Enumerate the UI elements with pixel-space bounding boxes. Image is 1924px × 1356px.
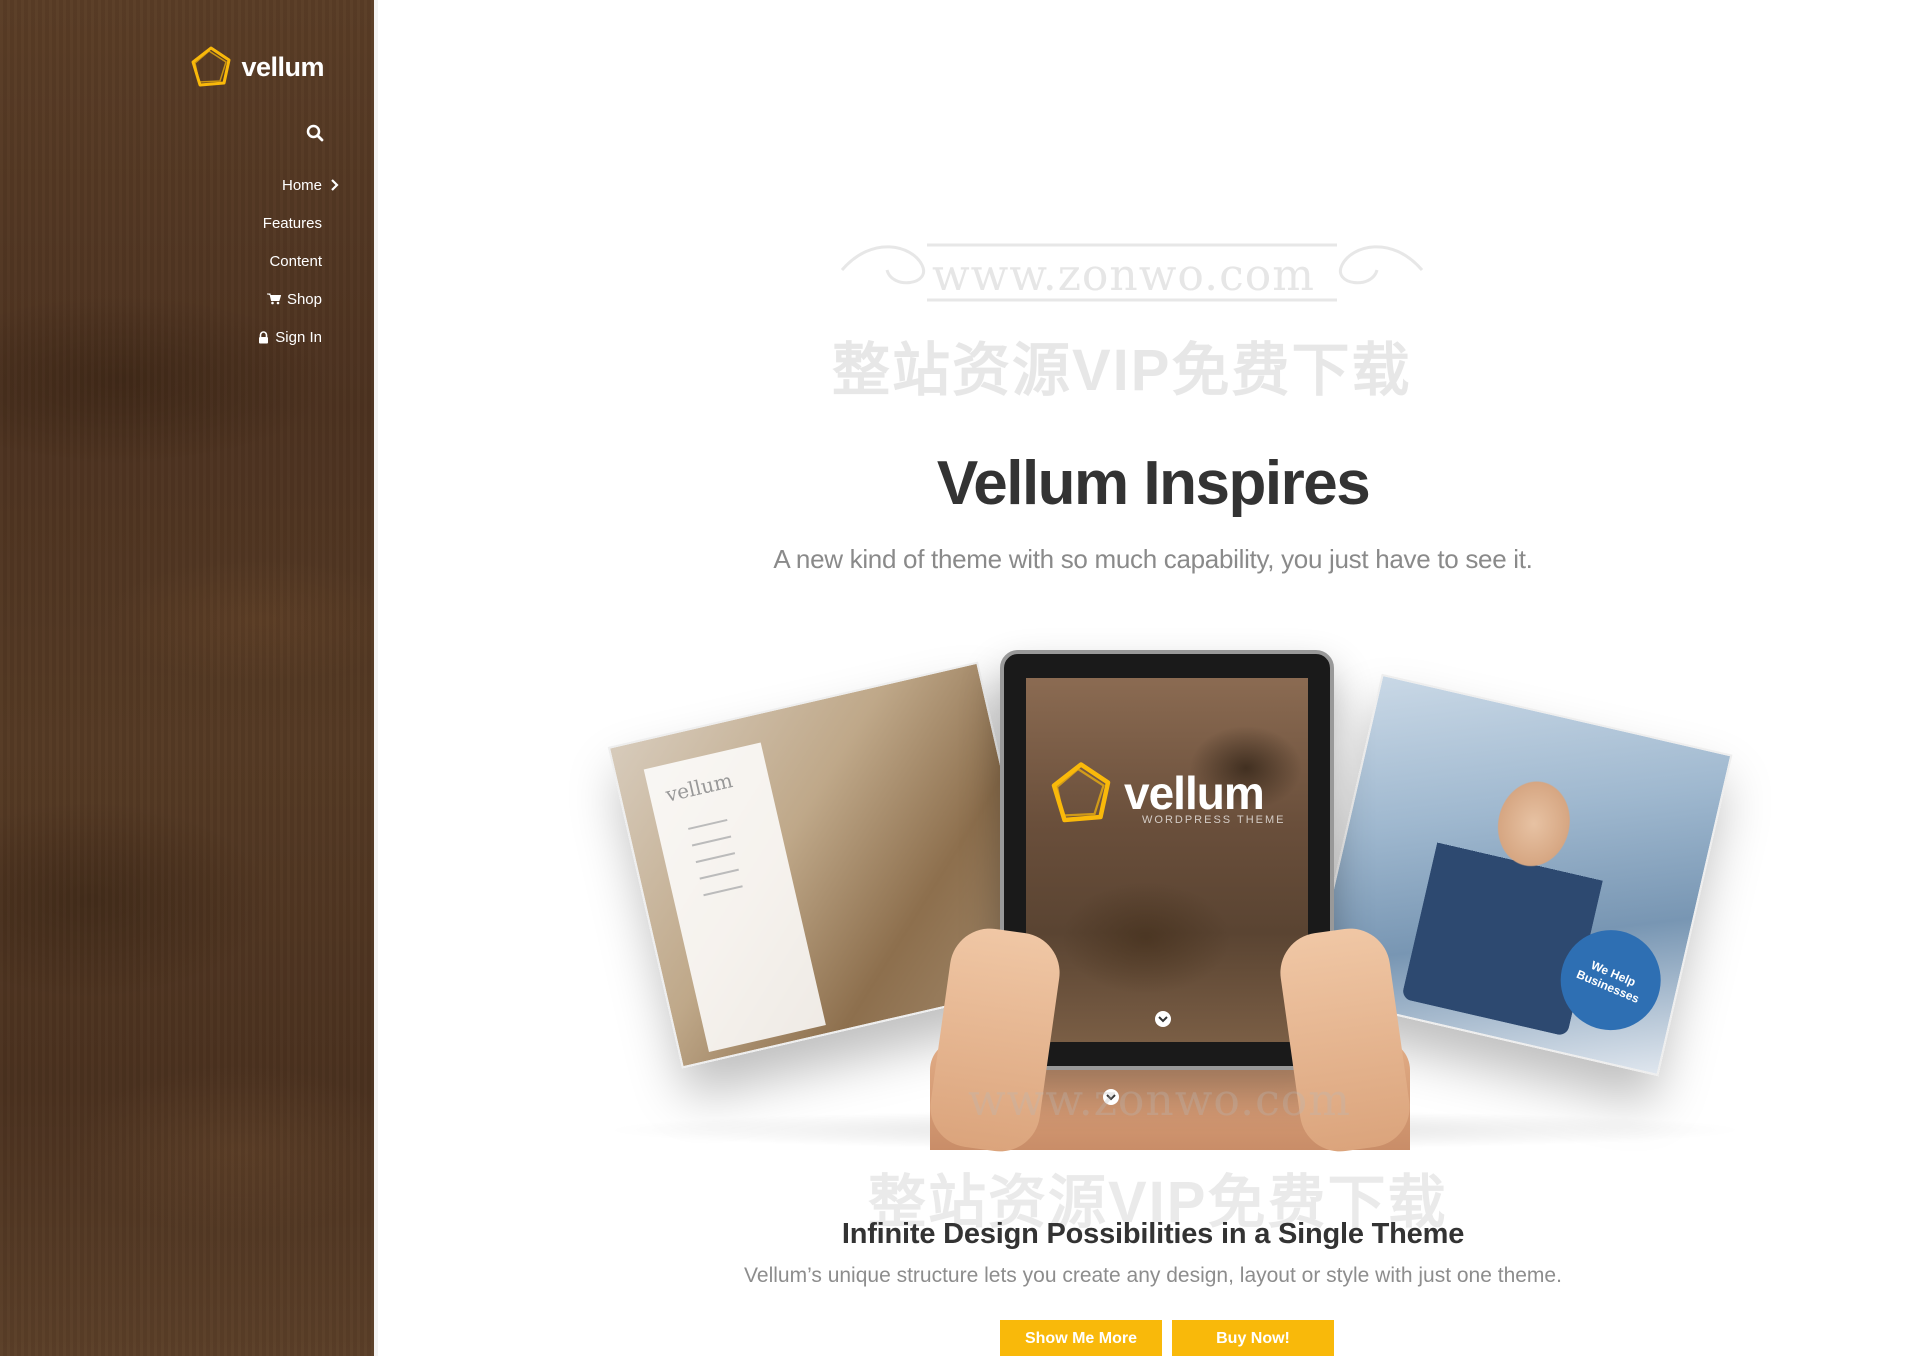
nav-item-label: Content <box>269 252 322 270</box>
nav-item-content[interactable]: Content <box>258 242 322 280</box>
nav-item-sign-in[interactable]: Sign In <box>258 318 322 356</box>
brand-name: vellum <box>241 51 324 82</box>
section-subtitle: Vellum’s unique structure lets you creat… <box>744 1264 1562 1287</box>
watermark-url: www.zonwo.com <box>968 1075 1351 1126</box>
hero-subtitle: A new kind of theme with so much capabil… <box>773 544 1533 574</box>
pentagon-logo-icon <box>1051 762 1111 823</box>
buy-now-button[interactable]: Buy Now! <box>1172 1320 1334 1356</box>
watermark-url: www.zonwo.com <box>932 250 1315 301</box>
nav-item-label: Shop <box>286 290 322 308</box>
nav-item-home[interactable]: Home <box>258 166 339 204</box>
tablet-tagline: WORDPRESS THEME <box>1142 814 1286 826</box>
nav-item-shop[interactable]: Shop <box>258 280 322 318</box>
cart-icon <box>266 293 281 305</box>
lock-icon <box>259 330 269 343</box>
brand-logo[interactable]: vellum <box>189 45 324 89</box>
nav-item-label: Features <box>262 214 322 232</box>
search-icon[interactable] <box>306 124 324 142</box>
watermark-text: 整站资源VIP免费下载 <box>832 338 1412 403</box>
hero-title: Vellum Inspires <box>936 449 1371 518</box>
sidebar: vellum Home Features Content Shop Sign I… <box>0 0 378 1356</box>
tablet-logo-name: vellum <box>1124 767 1265 819</box>
main-nav: Home Features Content Shop Sign In <box>258 166 339 356</box>
tablet-screen: vellum WORDPRESS THEME <box>1026 678 1308 1042</box>
section-title: Infinite Design Possibilities in a Singl… <box>841 1218 1465 1250</box>
watermark: www.zonwo.com 整站资源VIP免费下载 <box>868 1075 1488 1235</box>
nav-item-label: Sign In <box>275 328 322 346</box>
show-me-more-button[interactable]: Show Me More <box>1000 1320 1162 1356</box>
watermark: www.zonwo.com 整站资源VIP免费下载 <box>832 215 1432 403</box>
pentagon-logo-icon <box>191 46 231 87</box>
nav-item-features[interactable]: Features <box>258 204 322 242</box>
nav-item-label: Home <box>281 176 322 194</box>
chevron-down-icon <box>1155 1011 1171 1027</box>
chevron-right-icon <box>331 179 339 191</box>
